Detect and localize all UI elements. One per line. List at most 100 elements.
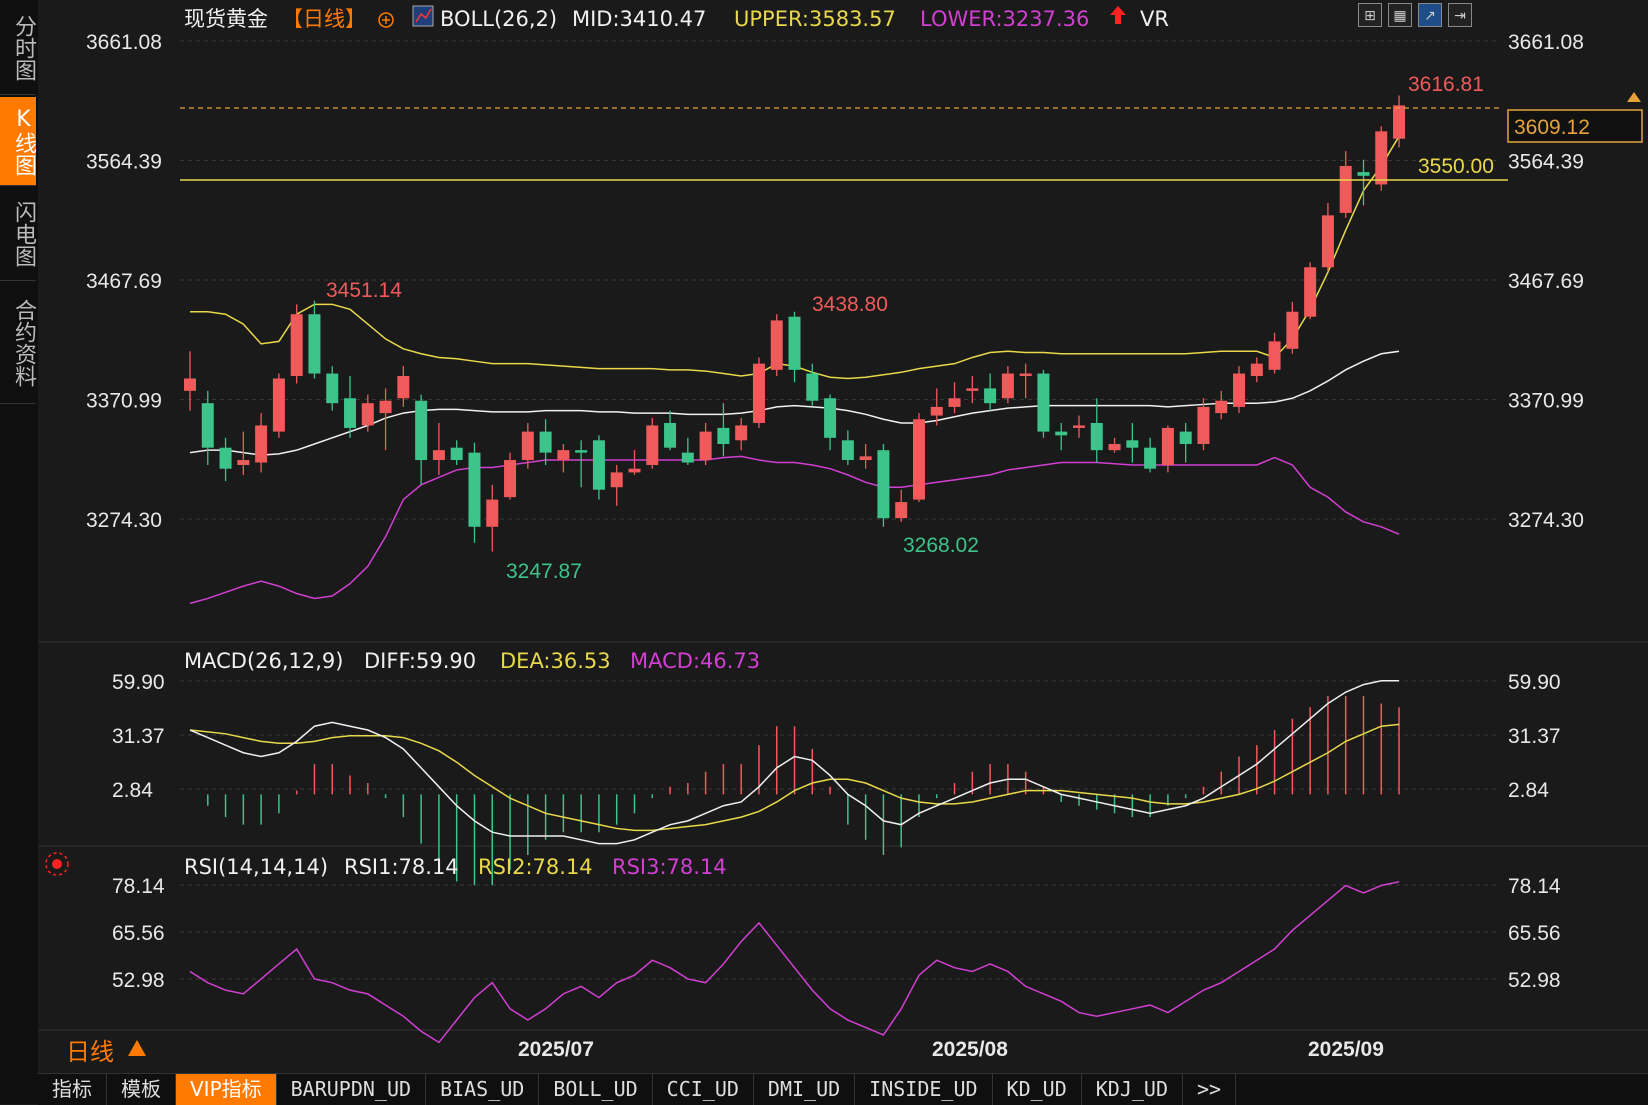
tab-kdj[interactable]: KDJ_UD — [1082, 1074, 1183, 1105]
macd-y-tick-left: 31.37 — [112, 725, 165, 748]
table-icon[interactable]: ▦ — [1388, 3, 1412, 27]
x-axis-label-sep: 2025/09 — [1308, 1038, 1384, 1061]
rsi-y-tick-right: 78.14 — [1508, 875, 1561, 898]
tab-bias[interactable]: BIAS_UD — [426, 1074, 540, 1105]
period-label: 【日线】 — [282, 7, 366, 31]
macd-y-tick-left: 59.90 — [112, 671, 165, 694]
macd-y-tick-right: 2.84 — [1508, 779, 1549, 802]
tab-template[interactable]: 模板 — [107, 1074, 176, 1105]
candle-body — [468, 452, 481, 527]
tab-more[interactable]: >> — [1183, 1074, 1237, 1105]
candle-body — [841, 440, 854, 461]
rsi-1: RSI1:78.14 — [344, 855, 459, 879]
rsi-y-tick-left: 78.14 — [112, 875, 165, 898]
sun-icon[interactable] — [45, 852, 69, 876]
tab-inside[interactable]: INSIDE_UD — [855, 1074, 993, 1105]
tab-barupdn[interactable]: BARUPDN_UD — [277, 1074, 427, 1105]
annotation-low-1: 3247.87 — [506, 560, 582, 583]
annotation-high-1: 3451.14 — [326, 279, 402, 302]
candle-body — [966, 388, 979, 391]
candle-body — [1037, 373, 1050, 432]
rsi-y-tick-right: 65.56 — [1508, 922, 1561, 945]
candle-body — [1090, 422, 1103, 451]
candle-body — [948, 398, 961, 407]
main-y-tick-right: 3370.99 — [1508, 390, 1584, 413]
main-y-tick-left: 3274.30 — [86, 509, 162, 532]
candle-body — [290, 314, 303, 377]
tab-dmi[interactable]: DMI_UD — [754, 1074, 856, 1105]
main-y-tick-right: 3274.30 — [1508, 509, 1584, 532]
main-y-tick-left: 3370.99 — [86, 390, 162, 413]
candle-body — [824, 398, 837, 438]
period-up-arrow-icon[interactable] — [128, 1040, 146, 1056]
candle-body — [1375, 131, 1388, 185]
candle-body — [237, 460, 250, 465]
period-switch[interactable]: 日线 — [66, 1038, 114, 1066]
tab-boll[interactable]: BOLL_UD — [539, 1074, 653, 1105]
toolbar-icons: ⊞ ▦ ↗ ⇥ — [1358, 3, 1472, 27]
expand-icon[interactable]: ⇥ — [1448, 3, 1472, 27]
candle-body — [1339, 165, 1352, 213]
candle-body — [450, 447, 463, 461]
tab-vip-indicator[interactable]: VIP指标 — [176, 1074, 277, 1105]
candle-body — [770, 320, 783, 370]
candle-body — [397, 376, 410, 399]
main-y-tick-right: 3564.39 — [1508, 150, 1584, 173]
candle-body — [877, 450, 890, 519]
x-axis-label-jul: 2025/07 — [518, 1038, 594, 1061]
level-line-label: 3550.00 — [1418, 155, 1494, 178]
boll-lower: LOWER:3237.36 — [920, 7, 1089, 31]
candle-body — [717, 427, 730, 444]
candle-body — [806, 373, 819, 401]
macd-y-tick-right: 31.37 — [1508, 725, 1561, 748]
candle-body — [539, 431, 552, 453]
candle-body — [557, 450, 570, 461]
rsi-name: RSI(14,14,14) — [184, 855, 328, 879]
current-price-label: 3609.12 — [1514, 116, 1590, 139]
instrument-name: 现货黄金 — [184, 7, 268, 31]
tab-kd[interactable]: KD_UD — [993, 1074, 1082, 1105]
tab-cci[interactable]: CCI_UD — [653, 1074, 754, 1105]
candle-body — [628, 468, 641, 473]
tab-indicator[interactable]: 指标 — [38, 1074, 107, 1105]
candle-body — [752, 363, 765, 423]
candle-body — [859, 456, 872, 461]
candle-body — [1126, 440, 1139, 448]
candle-body — [1268, 341, 1281, 370]
chart-icon[interactable]: ↗ — [1418, 3, 1442, 27]
candle-body — [1073, 425, 1085, 428]
candle-body — [1019, 373, 1032, 377]
candle-body — [1108, 443, 1121, 451]
rsi-3: RSI3:78.14 — [612, 855, 727, 879]
rsi-2: RSI2:78.14 — [478, 855, 593, 879]
candle-body — [788, 316, 801, 370]
candle-body — [699, 431, 712, 461]
candle-body — [1197, 406, 1210, 444]
candle-body — [1321, 215, 1334, 268]
indicator-tab-bar: 指标 模板 VIP指标 BARUPDN_UD BIAS_UD BOLL_UD C… — [38, 1073, 1648, 1105]
candle-body — [1304, 267, 1317, 317]
boll-mid: MID:3410.47 — [572, 7, 706, 31]
macd-value: MACD:46.73 — [630, 649, 760, 673]
candle-body — [664, 422, 677, 448]
candle-body — [379, 400, 392, 414]
candle-body — [415, 400, 428, 461]
candle-body — [1055, 431, 1068, 436]
annotation-low-2: 3268.02 — [903, 534, 979, 557]
boll-lower-line — [189, 455, 1400, 605]
candle-body — [361, 403, 374, 426]
candle-body — [504, 460, 517, 498]
main-y-tick-left: 3661.08 — [86, 31, 162, 54]
candle-body — [1233, 373, 1246, 407]
candle-body — [646, 425, 659, 465]
chart-area[interactable]: 现货黄金 【日线】 BOLL(26,2) MID:3410.47 UPPER:3… — [0, 0, 1648, 1104]
annotation-high-3: 3616.81 — [1408, 73, 1484, 96]
candle-body — [681, 452, 694, 463]
candle-body — [1286, 311, 1299, 349]
main-y-tick-right: 3661.08 — [1508, 31, 1584, 54]
candle-body — [486, 499, 499, 527]
grid-icon[interactable]: ⊞ — [1358, 3, 1382, 27]
annotation-high-2: 3438.80 — [812, 293, 888, 316]
vr-label: VR — [1140, 7, 1169, 31]
candle-body — [272, 378, 285, 432]
